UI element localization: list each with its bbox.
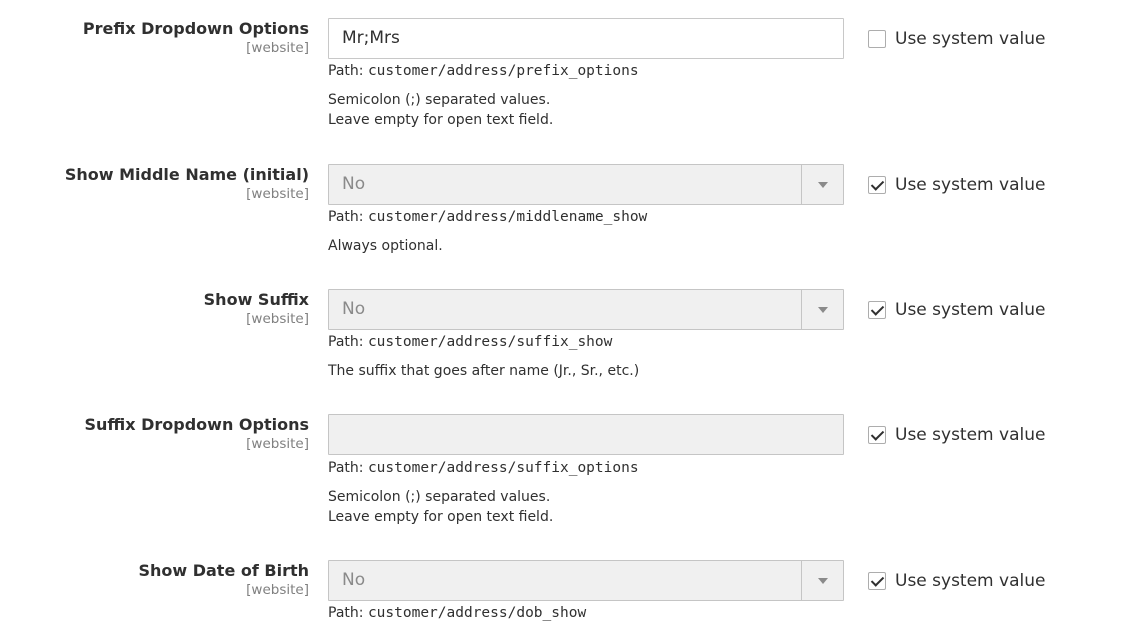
- dropdown-arrow: [801, 561, 843, 600]
- comment-line: Leave empty for open text field.: [328, 112, 554, 128]
- suffix-show-select[interactable]: No: [328, 289, 844, 330]
- path-label: Path:: [328, 209, 364, 225]
- use-system-checkbox[interactable]: [868, 30, 886, 48]
- input-value: Mr;Mrs: [342, 28, 400, 48]
- checkmark-icon: [870, 177, 885, 191]
- select-value: No: [342, 299, 366, 319]
- use-system-value-dob[interactable]: Use system value: [868, 570, 1045, 592]
- checkmark-icon: [870, 427, 885, 441]
- prefix-options-input[interactable]: Mr;Mrs: [328, 18, 844, 59]
- comment-line: Always optional.: [328, 238, 443, 254]
- config-path-note: Path: customer/address/suffix_show: [328, 332, 612, 352]
- use-system-checkbox[interactable]: [868, 301, 886, 319]
- middlename-show-select[interactable]: No: [328, 164, 844, 205]
- field-comment: Always optional.: [328, 236, 443, 256]
- config-path: customer/address/prefix_options: [367, 63, 639, 79]
- field-label: Show Middle Name (initial): [64, 165, 309, 184]
- config-path-note: Path: customer/address/middlename_show: [328, 207, 647, 227]
- chevron-down-icon: [818, 578, 828, 584]
- path-label: Path:: [328, 334, 364, 350]
- select-value: No: [342, 174, 366, 194]
- checkmark-icon: [870, 302, 885, 316]
- use-system-value-suffix-show[interactable]: Use system value: [868, 299, 1045, 321]
- path-label: Path:: [328, 460, 364, 476]
- comment-line: Semicolon (;) separated values.: [328, 92, 551, 108]
- field-label-block: Show Suffix [website]: [9, 289, 309, 327]
- config-path: customer/address/dob_show: [367, 605, 587, 621]
- field-label: Suffix Dropdown Options: [84, 415, 309, 434]
- field-label-block: Prefix Dropdown Options [website]: [9, 18, 309, 56]
- dropdown-arrow: [801, 290, 843, 329]
- scope-label: [website]: [246, 186, 309, 202]
- use-system-value-suffix-options[interactable]: Use system value: [868, 424, 1045, 446]
- use-system-value-middlename[interactable]: Use system value: [868, 174, 1045, 196]
- chevron-down-icon: [818, 307, 828, 313]
- config-path: customer/address/suffix_options: [367, 460, 639, 476]
- dob-show-select[interactable]: No: [328, 560, 844, 601]
- path-label: Path:: [328, 605, 364, 621]
- use-system-checkbox[interactable]: [868, 426, 886, 444]
- use-system-label: Use system value: [895, 571, 1046, 591]
- use-system-checkbox[interactable]: [868, 572, 886, 590]
- chevron-down-icon: [818, 182, 828, 188]
- field-comment: Semicolon (;) separated values. Leave em…: [328, 487, 553, 527]
- field-label-block: Suffix Dropdown Options [website]: [9, 414, 309, 452]
- comment-line: Semicolon (;) separated values.: [328, 489, 551, 505]
- field-label: Show Suffix: [203, 290, 309, 309]
- field-label: Prefix Dropdown Options: [82, 19, 309, 38]
- use-system-label: Use system value: [895, 175, 1046, 195]
- use-system-label: Use system value: [895, 29, 1046, 49]
- config-path: customer/address/suffix_show: [367, 334, 613, 350]
- field-label: Show Date of Birth: [138, 561, 309, 580]
- scope-label: [website]: [246, 436, 309, 452]
- use-system-label: Use system value: [895, 300, 1046, 320]
- config-path-note: Path: customer/address/dob_show: [328, 603, 586, 623]
- scope-label: [website]: [246, 311, 309, 327]
- comment-line: Leave empty for open text field.: [328, 509, 554, 525]
- config-path-note: Path: customer/address/suffix_options: [328, 458, 639, 478]
- config-path-note: Path: customer/address/prefix_options: [328, 61, 639, 81]
- use-system-label: Use system value: [895, 425, 1046, 445]
- select-value: No: [342, 570, 366, 590]
- dropdown-arrow: [801, 165, 843, 204]
- field-comment: Semicolon (;) separated values. Leave em…: [328, 90, 553, 130]
- field-label-block: Show Middle Name (initial) [website]: [9, 164, 309, 202]
- field-label-block: Show Date of Birth [website]: [9, 560, 309, 598]
- scope-label: [website]: [246, 40, 309, 56]
- path-label: Path:: [328, 63, 364, 79]
- use-system-checkbox[interactable]: [868, 176, 886, 194]
- checkmark-icon: [870, 573, 885, 587]
- scope-label: [website]: [246, 582, 309, 598]
- config-path: customer/address/middlename_show: [367, 209, 648, 225]
- field-comment: The suffix that goes after name (Jr., Sr…: [328, 361, 639, 381]
- comment-line: The suffix that goes after name (Jr., Sr…: [328, 363, 640, 379]
- suffix-options-input[interactable]: [328, 414, 844, 455]
- use-system-value-prefix-options[interactable]: Use system value: [868, 28, 1045, 50]
